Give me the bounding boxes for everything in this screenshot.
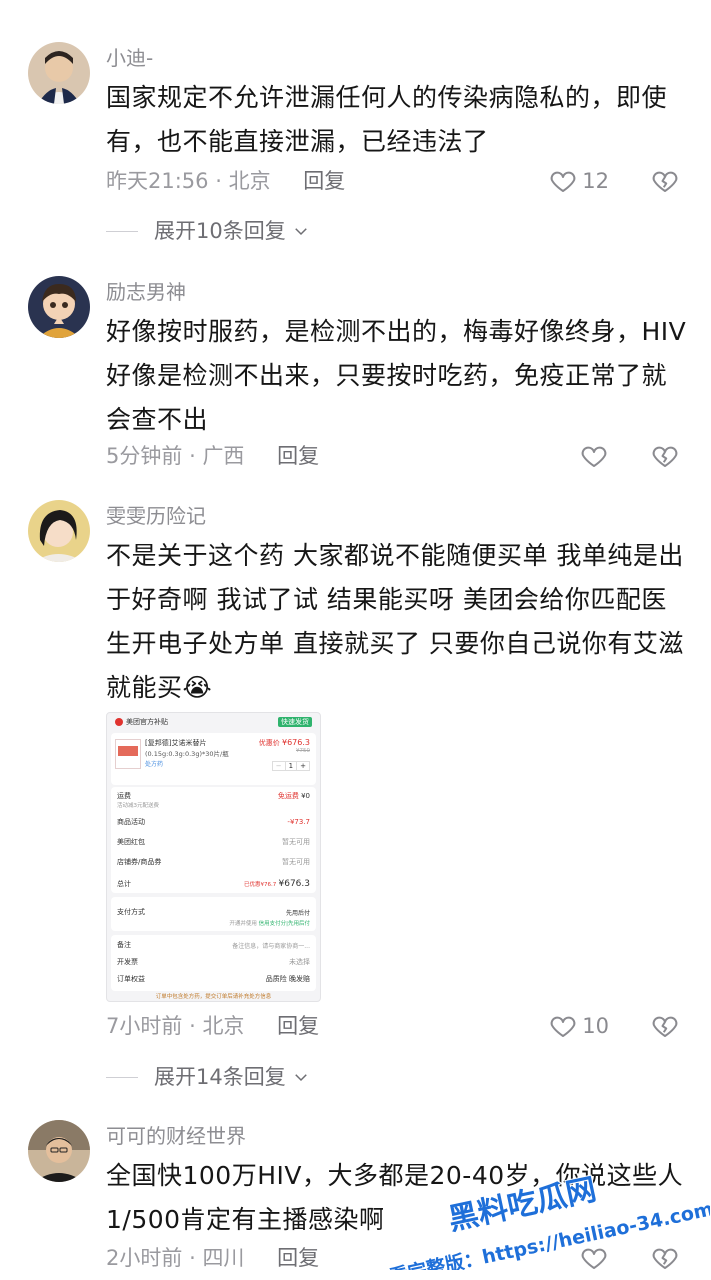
broken-heart-icon	[652, 446, 678, 467]
dislike-button[interactable]	[650, 166, 680, 196]
broken-heart-icon	[652, 1016, 678, 1037]
reply-button[interactable]: 回复	[277, 1014, 319, 1038]
heart-icon	[550, 171, 576, 192]
comment-text: 不是关于这个药 大家都说不能随便买单 我单纯是出于好奇啊 我试了试 结果能买呀 …	[106, 534, 691, 710]
comment-location: 四川	[202, 1246, 245, 1270]
avatar[interactable]	[28, 276, 90, 338]
reply-button[interactable]: 回复	[277, 444, 319, 468]
separator: ·	[189, 444, 196, 468]
reply-button[interactable]: 回复	[277, 1246, 319, 1270]
shot-extra-card: 备注 备注信息，请与商家协商一... 开发票 未选择 订单权益 品质险 晚发赔	[111, 935, 316, 991]
heart-icon	[581, 446, 607, 467]
shot-price-label: 优惠价	[258, 739, 280, 747]
comment-location: 广西	[202, 444, 245, 468]
separator: ·	[215, 169, 222, 193]
like-count: 10	[582, 1014, 609, 1038]
shot-badge: 快速发货	[278, 717, 312, 727]
comment-meta: 7小时前 · 北京 回复	[106, 1011, 319, 1041]
comment-time: 5分钟前	[106, 444, 183, 468]
shot-pay-value: 先用后付	[285, 909, 310, 917]
shot-remark-row[interactable]: 备注 备注信息，请与商家协商一...	[117, 940, 310, 950]
heart-icon	[550, 1016, 576, 1037]
separator: ·	[189, 1014, 196, 1038]
shot-redpack-row[interactable]: 美团红包 暂无可用	[117, 837, 310, 847]
shot-activity-row[interactable]: 商品活动 -¥73.7	[117, 817, 310, 827]
reply-button[interactable]: 回复	[303, 169, 345, 193]
shot-orig-price: ¥750	[296, 748, 310, 754]
shot-fees-card: 运费 免运费 ¥0 活动减3元配送费 商品活动 -¥73.7 美团红包 暂无可用…	[111, 787, 316, 893]
username[interactable]: 可可的财经世界	[106, 1122, 246, 1150]
chevron-down-icon	[294, 228, 307, 236]
shot-pay-note: 开通并使用	[229, 921, 257, 927]
shot-product-tag: 处方药	[145, 761, 164, 768]
watermark: 黑料吃瓜网 看完整版：https://heiliao-34.com	[385, 1171, 710, 1270]
chevron-down-icon	[294, 1074, 307, 1082]
username[interactable]: 雯雯历险记	[106, 502, 206, 530]
shot-product-card: [复邦德]艾诺米替片 (0.15g:0.3g:0.3g)*30片/瓶 处方药 优…	[111, 733, 316, 785]
shot-footer: 订单中包含处方药，提交订单后请补充处方信息	[155, 994, 272, 1000]
dislike-button[interactable]	[650, 1011, 680, 1041]
like-button[interactable]: 10	[548, 1011, 609, 1041]
avatar[interactable]	[28, 500, 90, 562]
comment-meta: 2小时前 · 四川 回复	[106, 1243, 319, 1273]
shot-pay-card[interactable]: 支付方式 先用后付 开通并使用 信用支付分|先用后付	[111, 897, 316, 931]
comment-location: 北京	[228, 169, 271, 193]
avatar[interactable]	[28, 1120, 90, 1182]
shot-total-row: 总计 已优惠¥76.7 ¥676.3	[117, 879, 310, 889]
like-button[interactable]	[579, 441, 609, 471]
comment-text: 国家规定不允许泄漏任何人的传染病隐私的，即使有，也不能直接泄漏，已经违法了	[106, 83, 668, 156]
dislike-button[interactable]	[650, 441, 680, 471]
avatar[interactable]	[28, 42, 90, 104]
broken-heart-icon	[652, 171, 678, 192]
shot-pay-note2: 信用支付分|先用后付	[258, 921, 310, 927]
product-image	[115, 739, 141, 769]
shot-rights-row[interactable]: 订单权益 品质险 晚发赔	[117, 974, 310, 984]
shot-shipping-row: 运费 免运费 ¥0	[117, 792, 310, 800]
like-count: 12	[582, 169, 609, 193]
expand-replies-label: 展开14条回复	[154, 1065, 286, 1089]
username[interactable]: 励志男神	[106, 278, 186, 306]
shot-header-title: 美团官方补贴	[126, 718, 168, 726]
expand-replies-button[interactable]: 展开14条回复	[106, 1062, 310, 1092]
shot-invoice-row[interactable]: 开发票 未选择	[117, 957, 310, 967]
expand-replies-button[interactable]: 展开10条回复	[106, 216, 310, 246]
like-button[interactable]: 12	[548, 166, 609, 196]
shot-coupon-row[interactable]: 店铺券/商品券 暂无可用	[117, 857, 310, 867]
comment-meta: 5分钟前 · 广西 回复	[106, 441, 319, 471]
comment-location: 北京	[202, 1014, 245, 1038]
comment-meta: 昨天21:56 · 北京 回复	[106, 166, 345, 196]
shot-header: 美团官方补贴 快速发货	[115, 717, 312, 727]
expand-replies-label: 展开10条回复	[154, 219, 286, 243]
comment-time: 昨天21:56	[106, 169, 209, 193]
comment-time: 2小时前	[106, 1246, 183, 1270]
minus-icon[interactable]: −	[273, 762, 285, 770]
crying-emoji: 😭	[182, 673, 213, 702]
comment-text: 好像按时服药，是检测不出的，梅毒好像终身，HIV好像是检测不出来，只要按时吃药，…	[106, 317, 687, 434]
shot-product-spec: (0.15g:0.3g:0.3g)*30片/瓶	[145, 750, 229, 758]
shot-product-name: [复邦德]艾诺米替片	[145, 739, 207, 747]
quantity-stepper[interactable]: − 1 +	[271, 761, 310, 771]
divider	[106, 230, 138, 232]
quantity-value: 1	[284, 762, 298, 770]
separator: ·	[189, 1246, 196, 1270]
username[interactable]: 小迪-	[106, 44, 153, 72]
store-logo-icon	[115, 718, 123, 726]
shot-pay-label: 支付方式	[117, 908, 145, 916]
divider	[106, 1076, 138, 1078]
shot-shipping-note: 活动减3元配送费	[117, 803, 159, 809]
plus-icon[interactable]: +	[297, 762, 309, 770]
shot-price: ¥676.3	[282, 738, 310, 747]
order-screenshot[interactable]: 美团官方补贴 快速发货 [复邦德]艾诺米替片 (0.15g:0.3g:0.3g)…	[106, 712, 321, 1002]
comment-time: 7小时前	[106, 1014, 183, 1038]
